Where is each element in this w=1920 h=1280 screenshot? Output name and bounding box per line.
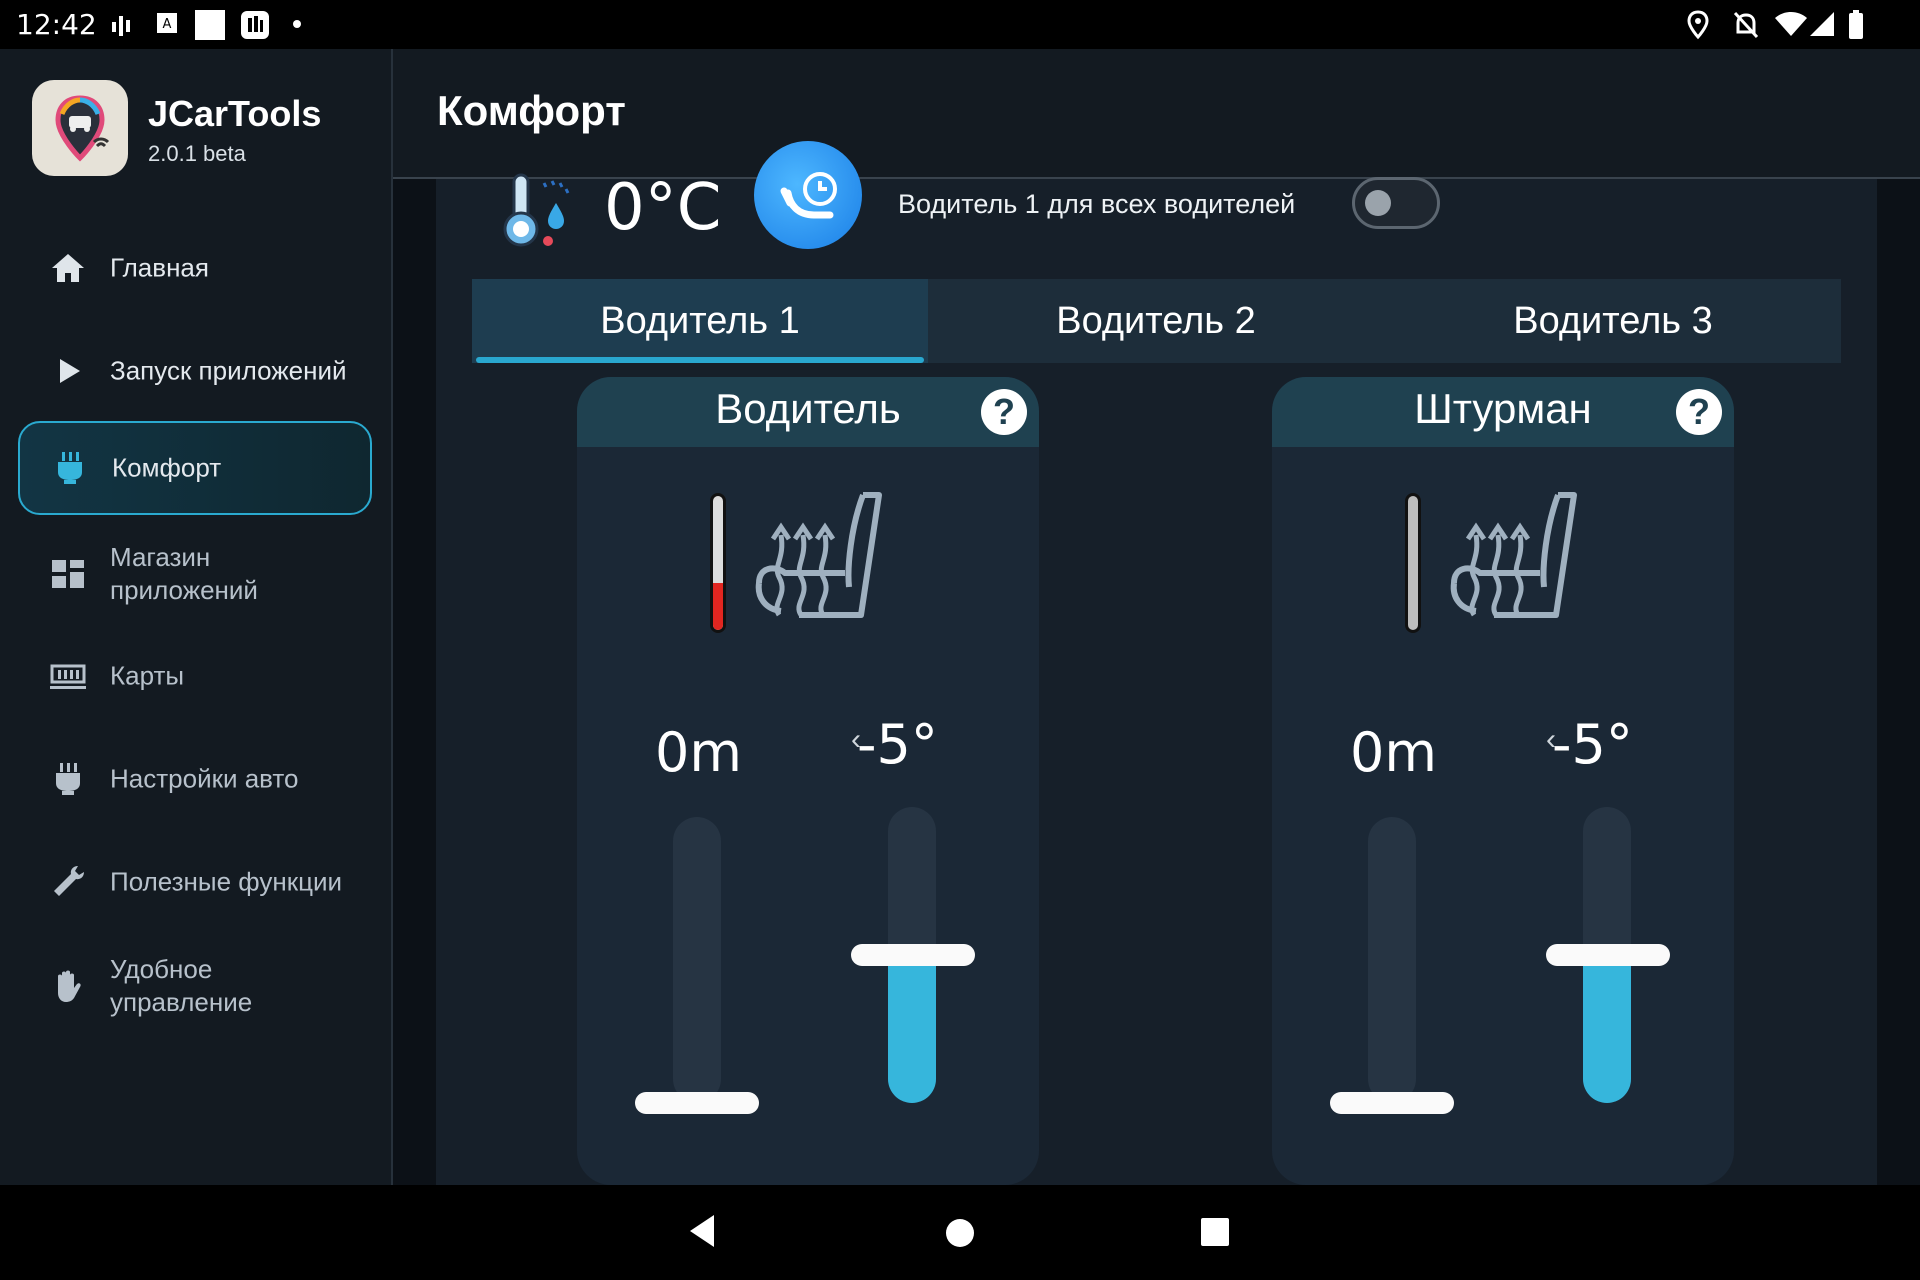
sidebar-item-label: Удобное управление (110, 954, 253, 1017)
recents-icon[interactable] (1200, 1217, 1230, 1247)
tab-driver-3[interactable]: Водитель 3 (1385, 279, 1841, 363)
sidebar-item-label: Запуск приложений (110, 355, 347, 386)
sidebar-item-label: Полезные функции (110, 866, 343, 897)
sidebar-item-label: Настройки авто (110, 763, 299, 794)
toggle-label: Водитель 1 для всех водителей (898, 189, 1296, 219)
seat-clock-icon (780, 172, 837, 219)
tab-label: Водитель 1 (600, 300, 800, 342)
sidebar-item-app-store[interactable]: Магазин приложений (18, 527, 372, 621)
schedule-button[interactable] (754, 141, 862, 249)
slider-fill (1583, 955, 1631, 1103)
passenger-seat-card: Штурман ? 0m ‹ -5° (1272, 377, 1734, 1185)
seat-angle-value: -5° (1552, 713, 1633, 776)
svg-text:A: A (163, 17, 172, 32)
location-icon (1687, 10, 1709, 40)
sidebar-item-maps[interactable]: Карты (18, 629, 372, 723)
sidebar-item-label: Комфорт (112, 452, 222, 483)
timer-slider-thumb[interactable] (635, 1092, 759, 1114)
driver-tabs: Водитель 1 Водитель 2 Водитель 3 (472, 279, 1841, 363)
hand-icon (58, 970, 81, 1002)
driver-seat-card: Водитель ? 0m ‹ -5° (577, 377, 1039, 1185)
card-title: Водитель (715, 385, 901, 432)
thermometer-humidity-icon (503, 173, 570, 247)
sidebar-item-label: Магазин приложений (110, 542, 258, 605)
card-header: Штурман ? (1272, 377, 1734, 447)
sidebar-item-comfort[interactable]: Комфорт (18, 421, 372, 515)
wifi-icon (1775, 12, 1807, 36)
page-title: Комфорт (437, 87, 626, 134)
seat-heat-level-bar (1405, 493, 1421, 633)
card-title: Штурман (1414, 385, 1592, 432)
back-icon[interactable] (686, 1213, 718, 1249)
help-button[interactable]: ? (981, 389, 1027, 435)
toggle-knob (1365, 190, 1391, 216)
status-bar: 12:42 A (0, 0, 1920, 49)
keyboard-a-icon: A (157, 13, 177, 33)
play-icon (60, 359, 80, 383)
seat-heating-icon[interactable] (745, 487, 905, 637)
sidebar-item-label: Карты (110, 660, 185, 691)
app-logo-icon (55, 95, 110, 162)
grid-icon (52, 560, 84, 588)
signal-bars-icon (112, 16, 130, 36)
comfort-content: 0°C Водитель 1 для всех водителей Водите… (436, 141, 1877, 1185)
notifications-off-icon (1733, 11, 1759, 39)
tab-label: Водитель 3 (1513, 300, 1713, 342)
sidebar-item-label: Главная (110, 252, 209, 283)
cell-signal-icon (1810, 12, 1834, 36)
slider-fill (888, 955, 936, 1103)
seat-angle-value: -5° (857, 713, 938, 776)
driver1-all-drivers-toggle[interactable] (1352, 177, 1440, 229)
sidebar-item-home[interactable]: Главная (18, 221, 372, 315)
seat-heating-icon[interactable] (1440, 487, 1600, 637)
sidebar-item-car-settings[interactable]: Настройки авто (18, 732, 372, 826)
seat-angle-slider-thumb[interactable] (851, 944, 975, 966)
sidebar-item-useful-functions[interactable]: Полезные функции (18, 835, 372, 929)
tab-label: Водитель 2 (1056, 300, 1256, 342)
help-button[interactable]: ? (1676, 389, 1722, 435)
timer-slider-thumb[interactable] (1330, 1092, 1454, 1114)
dot-icon (293, 20, 301, 28)
app-version: 2.0.1 beta (148, 141, 246, 166)
sidebar: JCarTools 2.0.1 beta Главная Запуск прил… (0, 49, 393, 1185)
timer-value: 0m (1350, 721, 1437, 784)
seat-plug-icon (58, 452, 82, 484)
status-time: 12:42 (16, 8, 97, 41)
top-header: Комфорт (393, 49, 1920, 179)
home-icon (52, 254, 84, 282)
timer-slider[interactable] (673, 817, 721, 1103)
seat-heat-level-bar (710, 493, 726, 633)
app-logo (32, 80, 128, 176)
tab-driver-2[interactable]: Водитель 2 (928, 279, 1384, 363)
wrench-icon (54, 866, 84, 896)
battery-icon (1849, 10, 1863, 39)
car-settings-icon (56, 763, 80, 795)
tab-driver-1[interactable]: Водитель 1 (472, 279, 928, 363)
app-notification-icon (241, 11, 269, 39)
timer-slider[interactable] (1368, 817, 1416, 1103)
sidebar-item-app-launch[interactable]: Запуск приложений (18, 324, 372, 418)
tab-indicator (476, 357, 924, 363)
heat-fill (713, 583, 723, 630)
white-square-icon (195, 10, 225, 40)
system-nav-bar (0, 1185, 1920, 1280)
sidebar-item-convenient-control[interactable]: Удобное управление (18, 939, 372, 1033)
app-name: JCarTools (148, 93, 322, 134)
timer-value: 0m (655, 721, 742, 784)
seat-angle-slider-thumb[interactable] (1546, 944, 1670, 966)
map-icon (50, 664, 86, 689)
home-circle-icon[interactable] (944, 1217, 976, 1249)
card-header: Водитель ? (577, 377, 1039, 447)
outside-temperature: 0°C (604, 171, 722, 245)
